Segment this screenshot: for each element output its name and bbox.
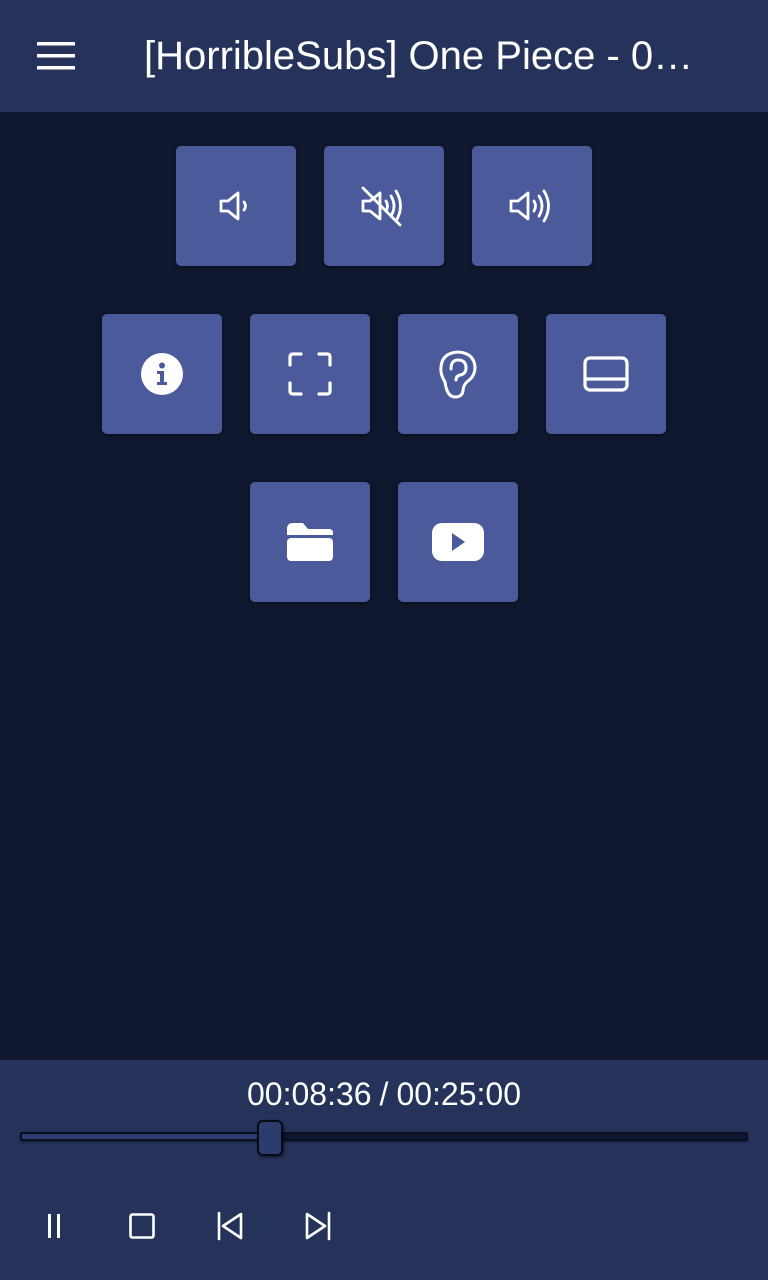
time-separator: / [379,1076,389,1112]
remote-actions-panel [0,112,768,1060]
seek-bar-progress [22,1134,272,1139]
audio-track-button[interactable] [398,314,518,434]
volume-down-button[interactable] [176,146,296,266]
skip-next-icon [305,1211,331,1241]
media-title: [HorribleSubs] One Piece - 0… [144,34,694,78]
audio-track-icon [439,350,477,399]
volume-down-icon [219,191,247,221]
open-file-button[interactable] [250,482,370,602]
youtube-button[interactable] [398,482,518,602]
volume-up-button[interactable] [472,146,592,266]
previous-button[interactable] [208,1204,252,1248]
time-display: 00:08:36/00:25:00 [0,1074,768,1114]
info-button[interactable] [102,314,222,434]
total-time: 00:25:00 [396,1076,521,1112]
next-button[interactable] [296,1204,340,1248]
subtitles-button[interactable] [546,314,666,434]
stop-button[interactable] [120,1204,164,1248]
hamburger-menu-icon [37,42,75,70]
pause-button[interactable] [32,1204,76,1248]
fullscreen-button[interactable] [250,314,370,434]
pause-icon [48,1214,60,1238]
menu-button[interactable] [20,20,92,92]
seek-bar-thumb[interactable] [257,1120,284,1156]
current-time: 00:08:36 [246,1076,372,1112]
top-app-bar: [HorribleSubs] One Piece - 0… [0,0,768,112]
fullscreen-icon [288,352,332,396]
volume-mute-button[interactable] [324,146,444,266]
skip-previous-icon [217,1211,243,1241]
youtube-icon [432,523,484,561]
volume-mute-icon [361,186,402,227]
subtitles-icon [583,356,629,392]
open-folder-icon [287,523,333,561]
playback-bar: 00:08:36/00:25:00 [0,1060,768,1280]
info-icon [141,353,183,395]
volume-up-icon [509,189,550,223]
stop-icon [129,1213,155,1239]
seek-bar[interactable] [20,1132,748,1141]
